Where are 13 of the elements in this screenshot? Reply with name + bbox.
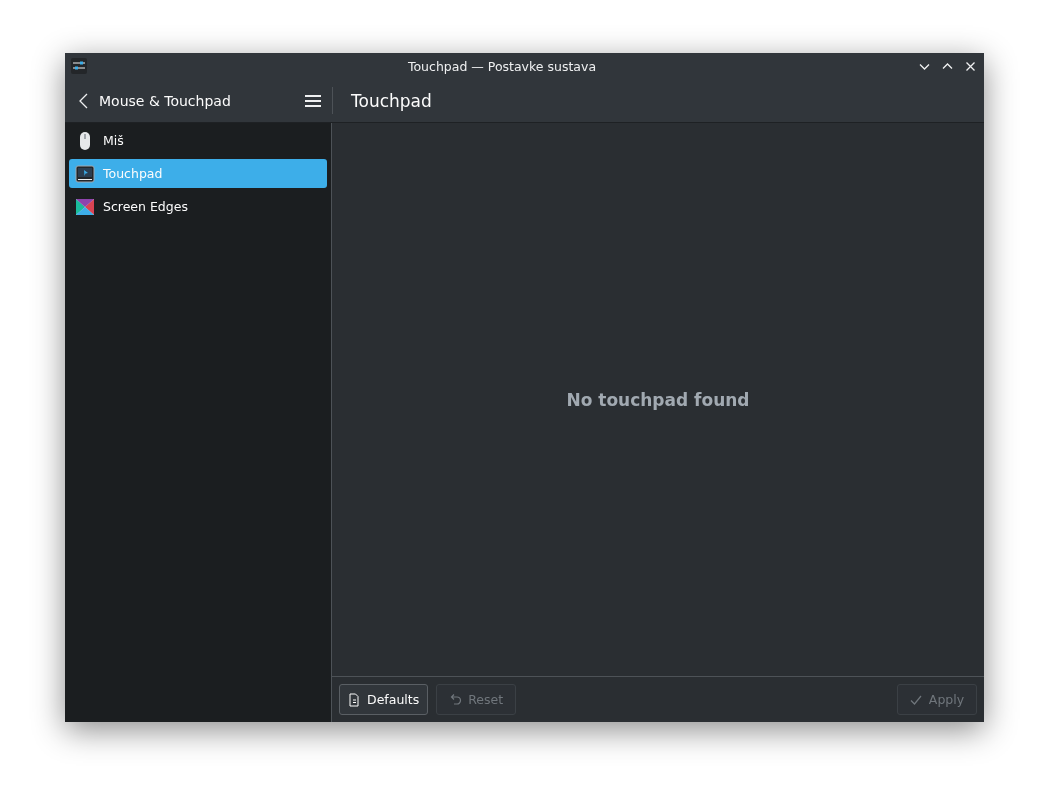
defaults-button[interactable]: Defaults (339, 684, 429, 715)
empty-message: No touchpad found (566, 389, 750, 410)
sidebar-title: Mouse & Touchpad (99, 92, 232, 109)
window-title: Touchpad — Postavke sustava (406, 58, 598, 74)
touchpad-icon (75, 163, 95, 184)
document-icon (347, 692, 361, 707)
sidebar-item[interactable]: Miš (69, 126, 327, 155)
menu-icon[interactable] (304, 92, 322, 109)
sidebar-item[interactable]: Screen Edges (69, 192, 327, 221)
undo-icon (448, 692, 463, 707)
sliders-icon[interactable] (71, 58, 87, 74)
screen-edges-icon (75, 196, 95, 217)
page-title: Touchpad (350, 90, 432, 111)
